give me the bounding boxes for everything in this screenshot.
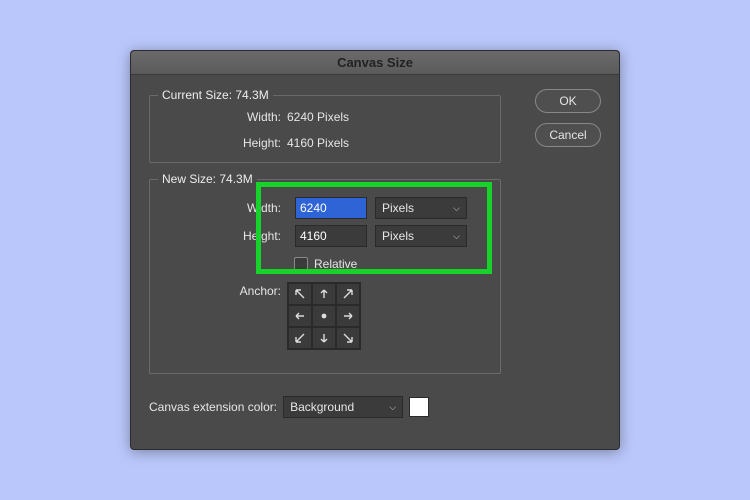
anchor-bottom-right[interactable] — [336, 327, 360, 349]
chevron-down-icon: ⌵ — [453, 231, 460, 242]
current-width-value: 6240 Pixels — [287, 110, 349, 124]
extension-color-value: Background — [290, 400, 354, 414]
button-column: OK Cancel — [535, 89, 601, 147]
anchor-center[interactable] — [312, 305, 336, 327]
relative-label: Relative — [314, 257, 357, 271]
relative-checkbox[interactable] — [294, 257, 308, 271]
dialog-content: OK Cancel Current Size: 74.3M Width: 624… — [131, 75, 619, 449]
new-width-unit-select[interactable]: Pixels ⌵ — [375, 197, 467, 219]
extension-color-select[interactable]: Background ⌵ — [283, 396, 403, 418]
anchor-top[interactable] — [312, 283, 336, 305]
anchor-label: Anchor: — [162, 282, 287, 298]
ok-button[interactable]: OK — [535, 89, 601, 113]
canvas-size-dialog: Canvas Size OK Cancel Current Size: 74.3… — [130, 50, 620, 450]
chevron-down-icon: ⌵ — [453, 203, 460, 214]
anchor-bottom-left[interactable] — [288, 327, 312, 349]
anchor-left[interactable] — [288, 305, 312, 327]
current-size-group: Current Size: 74.3M Width: 6240 Pixels H… — [149, 95, 501, 163]
extension-color-label: Canvas extension color: — [149, 400, 277, 414]
anchor-top-left[interactable] — [288, 283, 312, 305]
current-size-legend: Current Size: 74.3M — [158, 88, 273, 102]
current-width-label: Width: — [162, 110, 287, 124]
new-width-unit-value: Pixels — [382, 201, 414, 215]
new-height-unit-select[interactable]: Pixels ⌵ — [375, 225, 467, 247]
new-size-legend: New Size: 74.3M — [158, 172, 257, 186]
new-width-input[interactable] — [295, 197, 367, 219]
anchor-bottom[interactable] — [312, 327, 336, 349]
anchor-grid — [287, 282, 361, 350]
extension-color-row: Canvas extension color: Background ⌵ — [149, 396, 601, 418]
anchor-right[interactable] — [336, 305, 360, 327]
new-height-unit-value: Pixels — [382, 229, 414, 243]
new-width-label: Width: — [162, 201, 287, 215]
current-height-label: Height: — [162, 136, 287, 150]
new-height-input[interactable] — [295, 225, 367, 247]
new-size-group: New Size: 74.3M Width: Pixels ⌵ Height: … — [149, 179, 501, 374]
cancel-button[interactable]: Cancel — [535, 123, 601, 147]
chevron-down-icon: ⌵ — [389, 402, 396, 413]
new-height-label: Height: — [162, 229, 287, 243]
dialog-title: Canvas Size — [131, 51, 619, 75]
current-height-value: 4160 Pixels — [287, 136, 349, 150]
anchor-top-right[interactable] — [336, 283, 360, 305]
extension-color-swatch[interactable] — [409, 397, 429, 417]
